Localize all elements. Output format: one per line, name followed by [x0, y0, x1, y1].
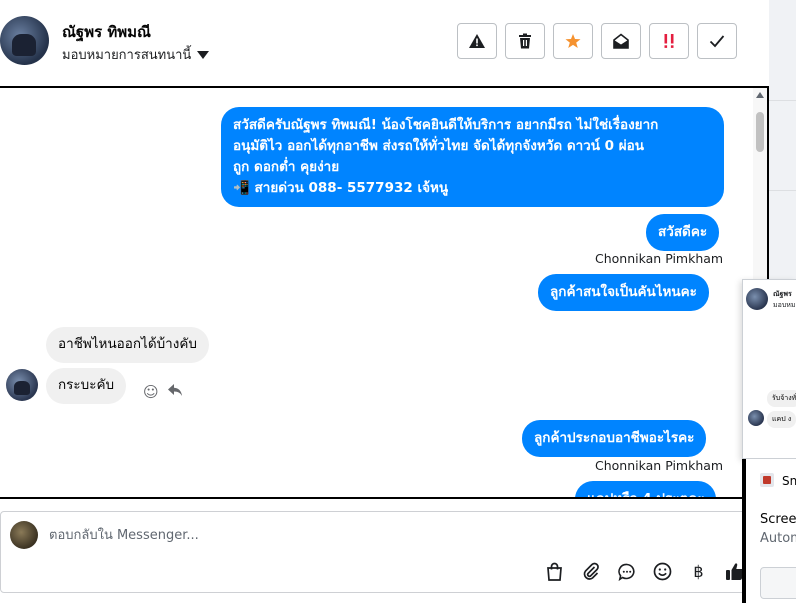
- message-bubble-outgoing[interactable]: สวัสดีครับณัฐพร ทิพมณี! น้องโชคยินดีให้บ…: [221, 107, 724, 207]
- reply-input[interactable]: [49, 524, 689, 546]
- mark-unread-button[interactable]: [601, 23, 641, 59]
- message-bubble-incoming[interactable]: อาชีพไหนออกได้บ้างคับ: [46, 327, 209, 363]
- notification-subtitle: Autom: [760, 531, 796, 546]
- envelope-open-icon: [613, 33, 629, 49]
- conversation-actions: [457, 23, 737, 59]
- star-button[interactable]: [553, 23, 593, 59]
- message-bubble-outgoing[interactable]: สวัสดีคะ: [646, 214, 720, 251]
- scroll-up-arrow-icon[interactable]: [756, 92, 764, 98]
- smiley-icon[interactable]: [650, 559, 675, 584]
- done-button[interactable]: [697, 23, 737, 59]
- message-bubble-incoming[interactable]: กระบะคับ: [46, 368, 127, 404]
- page-avatar: [10, 521, 38, 549]
- app-label: Sn: [782, 474, 796, 488]
- priority-button[interactable]: [649, 23, 689, 59]
- spam-button[interactable]: [457, 23, 497, 59]
- trash-icon: [519, 33, 531, 49]
- star-icon: [565, 34, 581, 48]
- double-exclamation-icon: [664, 34, 674, 48]
- chat-bubble-icon[interactable]: [614, 559, 639, 584]
- baht-icon[interactable]: ฿: [686, 559, 711, 584]
- react-smiley-icon[interactable]: ☺: [143, 383, 159, 401]
- message-bubble-outgoing[interactable]: ลูกค้าประกอบอาชีพอะไรคะ: [522, 420, 707, 457]
- chat-preview-popup[interactable]: ณัฐพร มอบหม รับจ้างทั่ แคป ง: [742, 279, 796, 459]
- caret-down-icon: [197, 50, 210, 59]
- assign-label: มอบหมายการสนทนานี้: [62, 48, 192, 63]
- contact-name[interactable]: ณัฐพร ทิพมณี: [62, 20, 151, 44]
- popup-subtitle: มอบหม: [773, 301, 796, 309]
- reply-composer: ฿: [0, 511, 768, 593]
- message-line: 📲 สายด่วน 088- 5577932 เจ้หนู: [233, 179, 449, 196]
- popup-name: ณัฐพร: [773, 290, 792, 298]
- message-line: ถูก ดอกต่ำ คุยง่าย: [233, 158, 340, 175]
- message-line: สวัสดีครับณัฐพร ทิพมณี! น้องโชคยินดีให้บ…: [233, 117, 659, 133]
- popup-message: แคป ง: [767, 411, 796, 428]
- popup-avatar: [748, 410, 764, 426]
- assign-conversation-dropdown[interactable]: มอบหมายการสนทนานี้: [62, 44, 210, 65]
- delete-button[interactable]: [505, 23, 545, 59]
- checkmark-icon: [709, 35, 725, 48]
- popup-avatar: [746, 288, 768, 310]
- composer-toolbar: ฿: [542, 559, 747, 584]
- message-line: อนุมัติไว ออกได้ทุกอาชีพ ส่งรถให้ทั่วไทย…: [233, 137, 645, 154]
- paperclip-icon[interactable]: [578, 559, 603, 584]
- conversation-header: ณัฐพร ทิพมณี มอบหมายการสนทนานี้: [0, 0, 768, 86]
- side-panel-divider: [769, 100, 796, 101]
- scroll-thumb[interactable]: [756, 112, 764, 152]
- side-panel-divider: [769, 190, 796, 191]
- popup-message: รับจ้างทั่: [767, 390, 796, 407]
- reply-arrow-icon[interactable]: [167, 383, 183, 401]
- notification-panel-edge: [742, 459, 746, 603]
- message-thread[interactable]: สวัสดีครับณัฐพร ทิพมณี! น้องโชคยินดีให้บ…: [0, 86, 769, 499]
- message-bubble-outgoing[interactable]: ลูกค้าสนใจเป็นคันไหนคะ: [538, 274, 709, 311]
- warning-icon: [469, 34, 485, 48]
- shopping-bag-icon[interactable]: [542, 559, 567, 584]
- contact-avatar-small[interactable]: [6, 369, 38, 401]
- app-icon: [760, 473, 774, 487]
- message-bubble-outgoing[interactable]: แคปหรือ 4 ประตูคะ: [575, 481, 717, 497]
- sender-name: Chonnikan Pimkham: [595, 251, 724, 266]
- notification-title: Screen: [760, 512, 796, 527]
- notification-action-button[interactable]: [760, 567, 796, 599]
- sender-name: Chonnikan Pimkham: [595, 458, 724, 473]
- contact-avatar[interactable]: [0, 16, 49, 65]
